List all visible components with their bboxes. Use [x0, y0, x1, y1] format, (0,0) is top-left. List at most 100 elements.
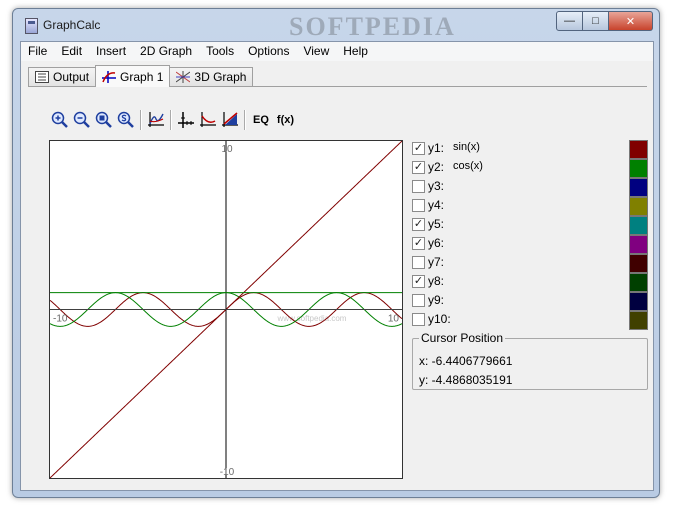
y6-checkbox[interactable]: ✓ [412, 237, 425, 250]
y10-checkbox[interactable] [412, 313, 425, 326]
y2-expression[interactable]: cos(x) [453, 160, 483, 172]
graph-3d-icon [176, 71, 191, 83]
y1-expression[interactable]: sin(x) [453, 141, 480, 153]
equation-row-y2: ✓ y2: cos(x) [412, 159, 648, 178]
y8-checkbox[interactable]: ✓ [412, 275, 425, 288]
y2-label: y2: [428, 160, 445, 174]
y10-color-swatch[interactable] [629, 311, 648, 330]
menu-2d-graph[interactable]: 2D Graph [133, 42, 199, 61]
graphcalc-app-icon [25, 18, 38, 34]
graph-canvas[interactable]: www.softpedia.com 10 -10 -10 10 [49, 140, 403, 479]
y5-label: y5: [428, 217, 445, 231]
toolbar-separator [170, 110, 172, 130]
y7-label: y7: [428, 255, 445, 269]
tab-3d-graph-label: 3D Graph [194, 70, 247, 84]
x-max-label: 10 [388, 314, 400, 325]
y2-checkbox[interactable]: ✓ [412, 161, 425, 174]
equation-row-y3: y3: [412, 178, 648, 197]
tab-output[interactable]: Output [28, 67, 97, 86]
minimize-button[interactable]: — [556, 11, 583, 31]
y1-checkbox[interactable]: ✓ [412, 142, 425, 155]
y9-checkbox[interactable] [412, 294, 425, 307]
y1-color-swatch[interactable] [629, 140, 648, 159]
y5-checkbox[interactable]: ✓ [412, 218, 425, 231]
menu-view[interactable]: View [296, 42, 336, 61]
menu-edit[interactable]: Edit [54, 42, 89, 61]
eq-button[interactable]: EQ [249, 114, 273, 126]
y4-color-swatch[interactable] [629, 197, 648, 216]
zoom-box-button[interactable] [93, 109, 115, 131]
x-min-label: -10 [53, 314, 68, 325]
menu-insert[interactable]: Insert [89, 42, 133, 61]
window-title: GraphCalc [43, 18, 101, 32]
axes-icon [178, 112, 194, 128]
menu-options[interactable]: Options [241, 42, 296, 61]
close-button[interactable]: ✕ [609, 11, 653, 31]
cursor-position-title: Cursor Position [419, 331, 506, 345]
graph-trace-button[interactable] [145, 109, 167, 131]
softpedia-watermark: SOFTPEDIA [289, 12, 456, 41]
y9-color-swatch[interactable] [629, 292, 648, 311]
close-icon: ✕ [625, 15, 636, 28]
y-max-label: 10 [221, 144, 233, 155]
tab-strip: Output Graph 1 3D Graph [28, 65, 254, 87]
zoom-standard-icon [117, 111, 134, 128]
toolbar-separator [140, 110, 142, 130]
equation-row-y9: y9: [412, 292, 648, 311]
toolbar-separator [244, 110, 246, 130]
equation-row-y7: y7: [412, 254, 648, 273]
zoom-out-button[interactable] [71, 109, 93, 131]
y1-label: y1: [428, 141, 445, 155]
app-window: GraphCalc SOFTPEDIA — □ ✕ File Edit Inse… [12, 8, 660, 498]
axes-curve-button[interactable] [197, 109, 219, 131]
zoom-out-icon [73, 111, 90, 128]
menu-bar: File Edit Insert 2D Graph Tools Options … [21, 42, 653, 61]
tab-3d-graph[interactable]: 3D Graph [169, 67, 254, 86]
zoom-standard-button[interactable] [115, 109, 137, 131]
y7-color-swatch[interactable] [629, 254, 648, 273]
menu-tools[interactable]: Tools [199, 42, 241, 61]
y8-color-swatch[interactable] [629, 273, 648, 292]
cursor-x-value: x: -6.4406779661 [419, 354, 513, 368]
cursor-position-group: Cursor Position x: -6.4406779661 y: -4.4… [412, 331, 648, 390]
y6-label: y6: [428, 236, 445, 250]
y7-checkbox[interactable] [412, 256, 425, 269]
equation-row-y4: y4: [412, 197, 648, 216]
title-bar[interactable]: GraphCalc SOFTPEDIA — □ ✕ [13, 9, 659, 41]
axes-curve-icon [200, 112, 216, 127]
maximize-button[interactable]: □ [583, 11, 609, 31]
y4-label: y4: [428, 198, 445, 212]
tab-graph-1-label: Graph 1 [120, 69, 164, 84]
y5-color-swatch[interactable] [629, 216, 648, 235]
y-min-label: -10 [220, 467, 235, 478]
graph-toolbar: EQ f(x) [49, 108, 298, 132]
graph-plot[interactable]: www.softpedia.com 10 -10 -10 10 [50, 141, 402, 478]
menu-file[interactable]: File [21, 42, 54, 61]
window-controls: — □ ✕ [556, 11, 653, 31]
area-icon [222, 112, 238, 127]
graph-2d-icon [102, 70, 117, 83]
y2-color-swatch[interactable] [629, 159, 648, 178]
axes-button[interactable] [175, 109, 197, 131]
menu-help[interactable]: Help [336, 42, 375, 61]
area-button[interactable] [219, 109, 241, 131]
y4-checkbox[interactable] [412, 199, 425, 212]
equation-row-y1: ✓ y1: sin(x) [412, 140, 648, 159]
y9-label: y9: [428, 293, 445, 307]
y3-checkbox[interactable] [412, 180, 425, 193]
graph-trace-icon [148, 112, 164, 127]
y8-label: y8: [428, 274, 445, 288]
y3-color-swatch[interactable] [629, 178, 648, 197]
equation-list: ✓ y1: sin(x) ✓ y2: cos(x) y3: y4: ✓ y5: … [412, 140, 648, 330]
equation-row-y6: ✓ y6: [412, 235, 648, 254]
tab-output-label: Output [53, 70, 90, 84]
equation-row-y5: ✓ y5: [412, 216, 648, 235]
fx-button[interactable]: f(x) [273, 114, 298, 126]
output-list-icon [35, 71, 49, 83]
y6-color-swatch[interactable] [629, 235, 648, 254]
client-area: File Edit Insert 2D Graph Tools Options … [20, 41, 654, 491]
cursor-y-value: y: -4.4868035191 [419, 373, 513, 387]
tab-graph-1[interactable]: Graph 1 [95, 65, 171, 87]
equation-row-y8: ✓ y8: [412, 273, 648, 292]
zoom-in-button[interactable] [49, 109, 71, 131]
